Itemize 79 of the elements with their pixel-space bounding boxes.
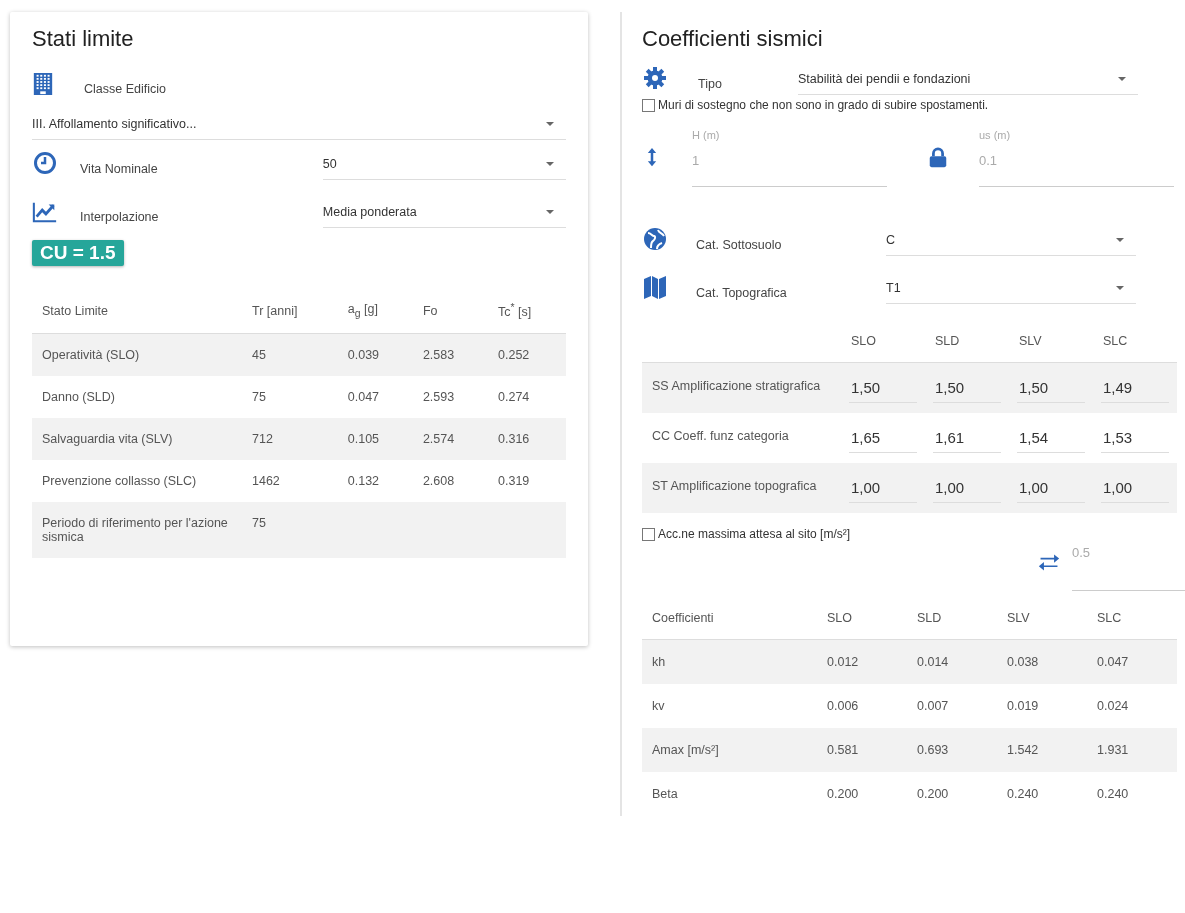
table-cell: 0.274 [498, 390, 530, 405]
gear-icon [642, 66, 668, 92]
column-header: a$_{g}$ [g] [337, 288, 413, 334]
table-cell: 2.593 [422, 390, 455, 405]
table-cell: 0.014 [917, 655, 949, 669]
column-header: Stato Limite [32, 288, 242, 334]
value-field[interactable]: 1,65 [849, 423, 917, 453]
cu-badge: CU = 1.5 [32, 240, 124, 266]
table-cell: 2.608 [422, 474, 455, 489]
field-label: Classe Edificio [84, 81, 166, 96]
table-cell: 712 [252, 432, 273, 447]
panel-title: Coefficienti sismici [642, 26, 824, 52]
table-cell: Beta [652, 787, 678, 801]
table-cell: 0.019 [1007, 699, 1039, 713]
table-cell: Prevenzione collasso (SLC) [42, 474, 197, 489]
table-cell: 0.006 [827, 699, 859, 713]
column-header: SLD [907, 597, 997, 640]
field-label: Interpolazione [80, 209, 160, 224]
value-field[interactable]: 1,54 [1017, 423, 1085, 453]
table-cell: 0.007 [917, 699, 949, 713]
field-label: Cat. Sottosuolo [696, 237, 783, 252]
row-label: CC Coeff. funz categoria [652, 429, 789, 443]
table-cell: 0.038 [1007, 655, 1039, 669]
column-header: Tc$^{*}$ [s] [488, 288, 566, 334]
column-header: SLV [997, 597, 1087, 640]
row-label: SS Amplificazione stratigrafica [652, 379, 821, 393]
value-field[interactable]: 1,61 [933, 423, 1001, 453]
table-cell: Amax [m/s²] [652, 743, 719, 757]
table-cell: 0.132 [347, 474, 380, 489]
table-cell: 0.200 [917, 787, 949, 801]
table-cell: Salvaguardia vita (SLV) [42, 432, 173, 447]
table-cell: 0.024 [1097, 699, 1129, 713]
table-cell: 1.542 [1007, 743, 1039, 757]
table-cell: Danno (SLD) [42, 390, 115, 405]
checkbox[interactable]: Acc.ne massima attesa al sito [m/s²] [642, 527, 851, 541]
table-cell: 0.319 [498, 474, 530, 489]
building-icon [32, 70, 54, 98]
row-label: ST Amplificazione topografica [652, 479, 817, 493]
table-cell: 2.574 [422, 432, 455, 447]
table-cell: kv [652, 699, 665, 713]
table-cell: 0.012 [827, 655, 859, 669]
table-cell: 2.583 [422, 348, 455, 363]
map-icon [642, 275, 668, 301]
globe-icon [642, 227, 668, 253]
field-label: Cat. Topografica [696, 285, 788, 300]
table-cell: 0.200 [827, 787, 859, 801]
column-header: Coefficienti [642, 597, 817, 640]
table-cell: Operatività (SLO) [42, 348, 140, 363]
column-header: Fo [412, 288, 488, 334]
table-cell: kh [652, 655, 666, 669]
field-label: Vita Nominale [80, 161, 159, 176]
table-cell: 45 [252, 348, 266, 363]
table-cell: 0.581 [827, 743, 859, 757]
field-label: Tipo [698, 76, 723, 91]
column-header: SLO [817, 597, 907, 640]
table-cell: 1.931 [1097, 743, 1129, 757]
table-cell: 0.316 [498, 432, 530, 447]
table-cell: 0.047 [1097, 655, 1129, 669]
table-cell: 0.240 [1007, 787, 1039, 801]
table-cell: Periodo di riferimento per l'azione sismica [42, 516, 228, 545]
table-cell: 1462 [252, 474, 280, 489]
column-header: SLD [925, 320, 1009, 363]
table-cell: 0.240 [1097, 787, 1129, 801]
table-cell: 75 [252, 516, 266, 531]
column-header: Tr [anni] [242, 288, 338, 334]
table-cell: 0.693 [917, 743, 949, 757]
value-field[interactable]: 1,53 [1101, 423, 1169, 453]
table-cell: 0.105 [347, 432, 380, 447]
table-cell: 0.039 [347, 348, 380, 363]
column-header: SLO [841, 320, 925, 363]
clock-icon [32, 151, 58, 177]
table-cell: 75 [252, 390, 266, 405]
column-header: SLV [1009, 320, 1093, 363]
table-cell: 0.252 [498, 348, 530, 363]
card-title: Stati limite [32, 26, 135, 52]
checkbox[interactable]: Muri di sostegno che non sono in grado di subire spostamenti. [642, 98, 1177, 112]
table-cell: 0.047 [347, 390, 380, 405]
column-header: SLC [1093, 320, 1177, 363]
column-header: SLC [1087, 597, 1177, 640]
